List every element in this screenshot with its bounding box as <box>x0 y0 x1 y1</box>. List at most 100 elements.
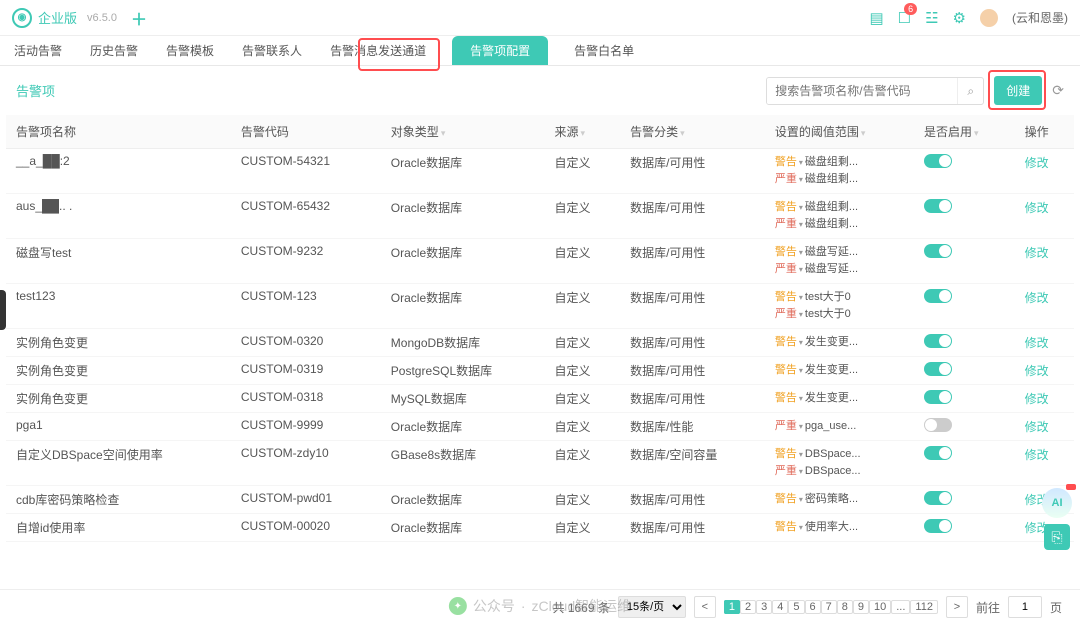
cell-src: 自定义 <box>545 514 621 542</box>
cell-name: 空间2 <box>6 542 231 548</box>
tab-4[interactable]: 告警消息发送通道 <box>328 36 428 65</box>
page-10[interactable]: 10 <box>869 600 891 614</box>
enable-toggle[interactable] <box>924 289 952 303</box>
page-8[interactable]: 8 <box>837 600 853 614</box>
cell-obj: Oracle数据库 <box>381 514 545 542</box>
enable-toggle[interactable] <box>924 362 952 376</box>
edit-link[interactable]: 修改 <box>1025 392 1049 406</box>
add-button[interactable]: ＋ <box>131 6 147 30</box>
enable-toggle[interactable] <box>924 199 952 213</box>
clipboard-icon[interactable]: ☳ <box>925 9 938 27</box>
cell-code: CUSTOM-pwd01 <box>231 486 381 514</box>
username[interactable]: (云和恩墨) <box>1012 9 1068 26</box>
page-9[interactable]: 9 <box>853 600 869 614</box>
gear-icon[interactable]: ⚙ <box>953 9 966 27</box>
table-row: 自定义DBSpace空间使用率CUSTOM-zdy10GBase8s数据库自定义… <box>6 441 1074 486</box>
next-page[interactable]: > <box>946 596 968 618</box>
enable-toggle[interactable] <box>924 446 952 460</box>
doc-icon[interactable]: ▤ <box>869 9 883 27</box>
enable-toggle[interactable] <box>924 418 952 432</box>
filter-icon[interactable]: ▾ <box>861 128 866 138</box>
cell-code: CUSTOM-22 <box>231 542 381 548</box>
edit-link[interactable]: 修改 <box>1025 246 1049 260</box>
cell-src: 自定义 <box>545 329 621 357</box>
page-5[interactable]: 5 <box>788 600 804 614</box>
side-handle[interactable] <box>0 290 6 330</box>
cell-src: 自定义 <box>545 542 621 548</box>
edit-link[interactable]: 修改 <box>1025 448 1049 462</box>
tab-0[interactable]: 活动告警 <box>12 36 64 65</box>
edit-link[interactable]: 修改 <box>1025 336 1049 350</box>
cell-cat: 数据库/可用性 <box>620 194 765 239</box>
prev-page[interactable]: < <box>694 596 716 618</box>
filter-icon[interactable]: ▾ <box>680 128 685 138</box>
refresh-icon[interactable]: ⟳ <box>1052 82 1064 99</box>
enable-toggle[interactable] <box>924 491 952 505</box>
edit-link[interactable]: 修改 <box>1025 420 1049 434</box>
avatar[interactable] <box>980 9 998 27</box>
page-4[interactable]: 4 <box>772 600 788 614</box>
page-112[interactable]: 112 <box>910 600 938 614</box>
cell-src: 自定义 <box>545 149 621 194</box>
page-3[interactable]: 3 <box>756 600 772 614</box>
enable-toggle[interactable] <box>924 390 952 404</box>
enable-toggle[interactable] <box>924 334 952 348</box>
goto-suffix: 页 <box>1050 599 1062 616</box>
cell-name: cdb库密码策略检查 <box>6 486 231 514</box>
enable-toggle[interactable] <box>924 154 952 168</box>
cell-src: 自定义 <box>545 239 621 284</box>
edit-link[interactable]: 修改 <box>1025 291 1049 305</box>
page-size-select[interactable]: 15条/页 <box>618 596 686 618</box>
cell-thresh: 警告▾发生变更... <box>765 385 914 413</box>
cell-thresh: 警告▾test大于0严重▾test大于0 <box>765 284 914 329</box>
col-cat: 告警分类▾ <box>620 115 765 149</box>
table-row: test123CUSTOM-123Oracle数据库自定义数据库/可用性警告▾t… <box>6 284 1074 329</box>
ai-panel-button[interactable]: ⎘ <box>1044 524 1070 550</box>
table-row: 自增id使用率CUSTOM-00020Oracle数据库自定义数据库/可用性警告… <box>6 514 1074 542</box>
enable-toggle[interactable] <box>924 519 952 533</box>
cell-obj: Oracle数据库 <box>381 486 545 514</box>
page-7[interactable]: 7 <box>821 600 837 614</box>
filter-icon[interactable]: ▾ <box>441 128 446 138</box>
enable-toggle[interactable] <box>924 244 952 258</box>
bell-icon[interactable]: ☐6 <box>898 9 911 27</box>
goto-input[interactable] <box>1008 596 1042 618</box>
alert-table: 告警项名称 告警代码 对象类型▾ 来源▾ 告警分类▾ 设置的阈值范围▾ 是否启用… <box>6 115 1074 547</box>
edit-link[interactable]: 修改 <box>1025 364 1049 378</box>
cell-src: 自定义 <box>545 284 621 329</box>
version-label: v6.5.0 <box>87 12 117 24</box>
page-...[interactable]: ... <box>891 600 910 614</box>
cell-cat: 数据库/可用性 <box>620 149 765 194</box>
cell-name: __a_██:2 <box>6 149 231 194</box>
page-1[interactable]: 1 <box>724 600 740 614</box>
cell-code: CUSTOM-0320 <box>231 329 381 357</box>
edit-link[interactable]: 修改 <box>1025 156 1049 170</box>
tab-3[interactable]: 告警联系人 <box>240 36 304 65</box>
tab-6[interactable]: 告警白名单 <box>572 36 636 65</box>
cell-cat: 数据库/空间容量 <box>620 542 765 548</box>
cell-obj: SQL Server数据库 <box>381 542 545 548</box>
create-button[interactable]: 创建 <box>994 76 1042 105</box>
table-row: 空间2CUSTOM-22SQL Server数据库自定义数据库/空间容量修改 <box>6 542 1074 548</box>
cell-name: pga1 <box>6 413 231 441</box>
page-6[interactable]: 6 <box>805 600 821 614</box>
tab-1[interactable]: 历史告警 <box>88 36 140 65</box>
col-code: 告警代码 <box>231 115 381 149</box>
search-input[interactable] <box>767 78 957 104</box>
cell-name: 实例角色变更 <box>6 385 231 413</box>
cell-obj: MySQL数据库 <box>381 385 545 413</box>
cell-code: CUSTOM-00020 <box>231 514 381 542</box>
filter-icon[interactable]: ▾ <box>974 128 979 138</box>
tab-5[interactable]: 告警项配置 <box>452 36 548 65</box>
search-icon[interactable]: ⌕ <box>957 78 983 104</box>
cell-code: CUSTOM-65432 <box>231 194 381 239</box>
ai-assistant-icon[interactable]: AI <box>1042 488 1072 518</box>
edit-link[interactable]: 修改 <box>1025 201 1049 215</box>
cell-code: CUSTOM-0319 <box>231 357 381 385</box>
tab-2[interactable]: 告警模板 <box>164 36 216 65</box>
table-row: pga1CUSTOM-9999Oracle数据库自定义数据库/性能严重▾pga_… <box>6 413 1074 441</box>
filter-icon[interactable]: ▾ <box>581 128 586 138</box>
pagination: 共 1669 条 15条/页 < 12345678910...112 > 前往 … <box>0 589 1080 624</box>
cell-name: test123 <box>6 284 231 329</box>
page-2[interactable]: 2 <box>740 600 756 614</box>
